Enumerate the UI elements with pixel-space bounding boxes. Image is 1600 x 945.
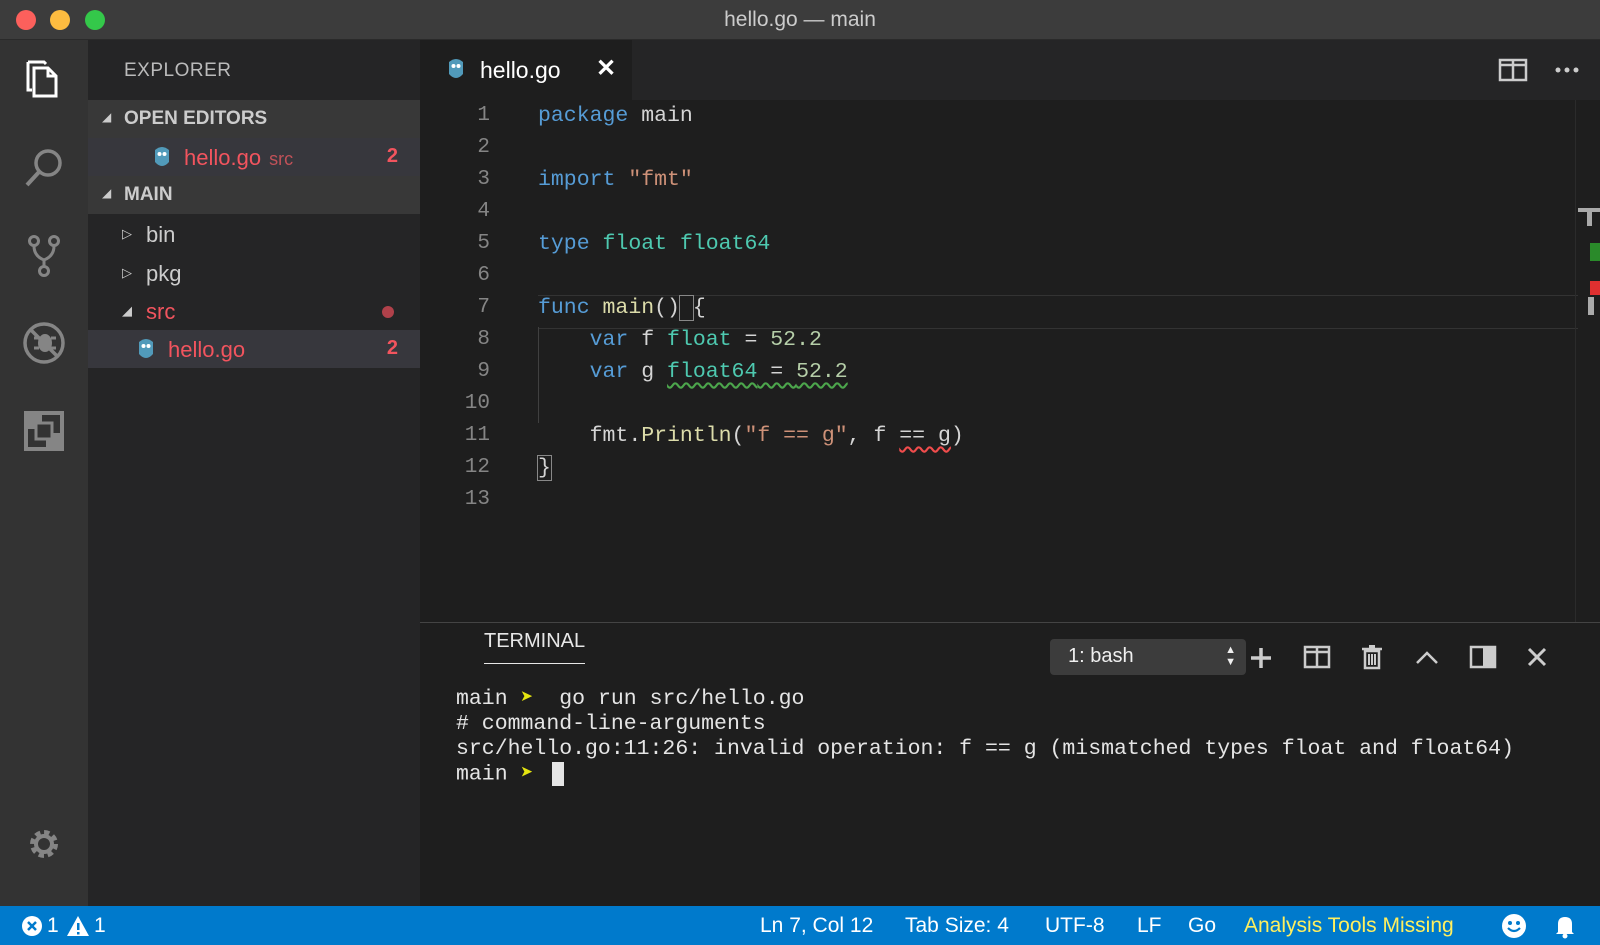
terminal-line: # command-line-arguments <box>456 712 766 736</box>
smiley-icon[interactable] <box>1500 912 1528 940</box>
window-title: hello.go — main <box>724 8 876 31</box>
collapse-icon: ◢ <box>102 110 112 124</box>
terminal-line: main ➤ go run src/hello.go <box>456 687 805 711</box>
folder-pkg[interactable]: ▷ pkg <box>88 254 420 292</box>
explorer-sidebar: EXPLORER ◢ OPEN EDITORS hello.go src 2 ◢ … <box>88 40 420 906</box>
folder-src[interactable]: ◢ src <box>88 292 420 330</box>
line-number: 11 <box>464 424 490 447</box>
gear-icon[interactable] <box>22 822 66 866</box>
terminal-cursor <box>552 762 565 786</box>
code-line: type float float64 <box>538 232 771 256</box>
line-number: 4 <box>477 200 490 223</box>
go-file-icon <box>449 59 463 78</box>
ruler-warning-marker <box>1590 243 1600 261</box>
language-mode[interactable]: Go <box>1188 914 1216 938</box>
go-file-icon <box>139 339 153 358</box>
tab-hello-go[interactable]: hello.go ✕ <box>420 40 632 100</box>
split-terminal-icon[interactable] <box>1302 643 1332 671</box>
encoding[interactable]: UTF-8 <box>1045 914 1105 938</box>
code-line: func main() { <box>538 295 706 321</box>
warning-icon[interactable] <box>66 914 90 938</box>
code-line: import "fmt" <box>538 168 693 192</box>
debug-icon[interactable] <box>22 321 66 365</box>
code-line: var g float64 = 52.2 <box>589 360 848 384</box>
open-editors-header[interactable]: ◢ OPEN EDITORS <box>88 100 420 138</box>
code-line: fmt.Println("f == g", f == g) <box>538 424 964 448</box>
title-bar: hello.go — main <box>0 0 1600 40</box>
line-number: 7 <box>477 296 490 319</box>
more-icon[interactable] <box>1552 56 1582 84</box>
trash-icon[interactable] <box>1357 643 1387 671</box>
line-number: 2 <box>477 136 490 159</box>
problem-count: 2 <box>386 337 398 359</box>
source-control-icon[interactable] <box>22 233 66 277</box>
tab-terminal[interactable]: TERMINAL <box>484 630 586 664</box>
line-number: 3 <box>477 168 490 191</box>
line-number: 9 <box>477 360 490 383</box>
overview-ruler[interactable] <box>1575 100 1600 622</box>
error-icon[interactable] <box>20 914 44 938</box>
ruler-marker <box>1587 208 1592 226</box>
maximize-panel-icon[interactable] <box>1468 643 1498 671</box>
code-editor[interactable]: 1 2 3 4 5 6 7 8 9 10 11 12 13 package ma… <box>420 100 1600 622</box>
end-of-line[interactable]: LF <box>1137 914 1162 938</box>
code-line: var f float = 52.2 <box>589 328 822 352</box>
expand-icon: ▷ <box>122 265 132 280</box>
collapse-icon: ◢ <box>122 303 132 318</box>
activity-bar <box>0 40 88 906</box>
analysis-tools-warning[interactable]: Analysis Tools Missing <box>1244 914 1454 938</box>
tab-size[interactable]: Tab Size: 4 <box>905 914 1009 938</box>
expand-icon: ▷ <box>122 226 132 241</box>
search-icon[interactable] <box>22 146 66 190</box>
folder-bin[interactable]: ▷ bin <box>88 215 420 253</box>
close-icon[interactable] <box>1522 643 1552 671</box>
split-editor-icon[interactable] <box>1498 56 1528 84</box>
cursor-position[interactable]: Ln 7, Col 12 <box>760 914 873 938</box>
error-count[interactable]: 1 <box>47 914 59 938</box>
code-line: } <box>537 455 552 481</box>
file-hello-go[interactable]: hello.go 2 <box>88 330 420 368</box>
extensions-icon[interactable] <box>22 409 66 453</box>
editor-tab-bar: hello.go ✕ <box>420 40 1600 100</box>
go-file-icon <box>155 147 169 166</box>
terminal-line: src/hello.go:11:26: invalid operation: f… <box>456 737 1514 761</box>
line-number: 8 <box>477 328 490 351</box>
chevron-up-icon[interactable] <box>1412 643 1442 671</box>
warning-count[interactable]: 1 <box>94 914 106 938</box>
bell-icon[interactable] <box>1552 913 1578 939</box>
close-tab-icon[interactable]: ✕ <box>596 54 616 83</box>
terminal-line: main ➤ <box>456 762 1514 787</box>
open-editor-item[interactable]: hello.go src 2 <box>88 138 420 176</box>
status-bar: 1 1 Ln 7, Col 12 Tab Size: 4 UTF-8 LF Go… <box>0 906 1600 945</box>
problem-count: 2 <box>386 145 398 167</box>
problems-dot <box>382 306 394 318</box>
ruler-error-marker <box>1590 281 1600 295</box>
files-icon[interactable] <box>22 58 66 102</box>
line-number: 13 <box>464 488 490 511</box>
terminal-select[interactable]: 1: bash ▲ ▼ <box>1050 639 1246 675</box>
terminal-output[interactable]: main ➤ go run src/hello.go # command-lin… <box>456 687 1514 787</box>
add-icon[interactable] <box>1246 643 1276 671</box>
collapse-icon: ◢ <box>102 186 112 200</box>
line-number: 1 <box>477 104 490 127</box>
terminal-panel: TERMINAL 1: bash ▲ ▼ main ➤ go run src/he… <box>420 622 1600 907</box>
line-number: 5 <box>477 232 490 255</box>
code-line: package main <box>538 104 693 128</box>
select-arrows-icon: ▲ ▼ <box>1225 644 1236 668</box>
explorer-title: EXPLORER <box>124 60 232 81</box>
line-number: 10 <box>464 392 490 415</box>
line-number: 12 <box>464 456 490 479</box>
line-number: 6 <box>477 264 490 287</box>
ruler-cursor-marker <box>1588 297 1594 315</box>
workspace-header[interactable]: ◢ MAIN <box>88 176 420 214</box>
